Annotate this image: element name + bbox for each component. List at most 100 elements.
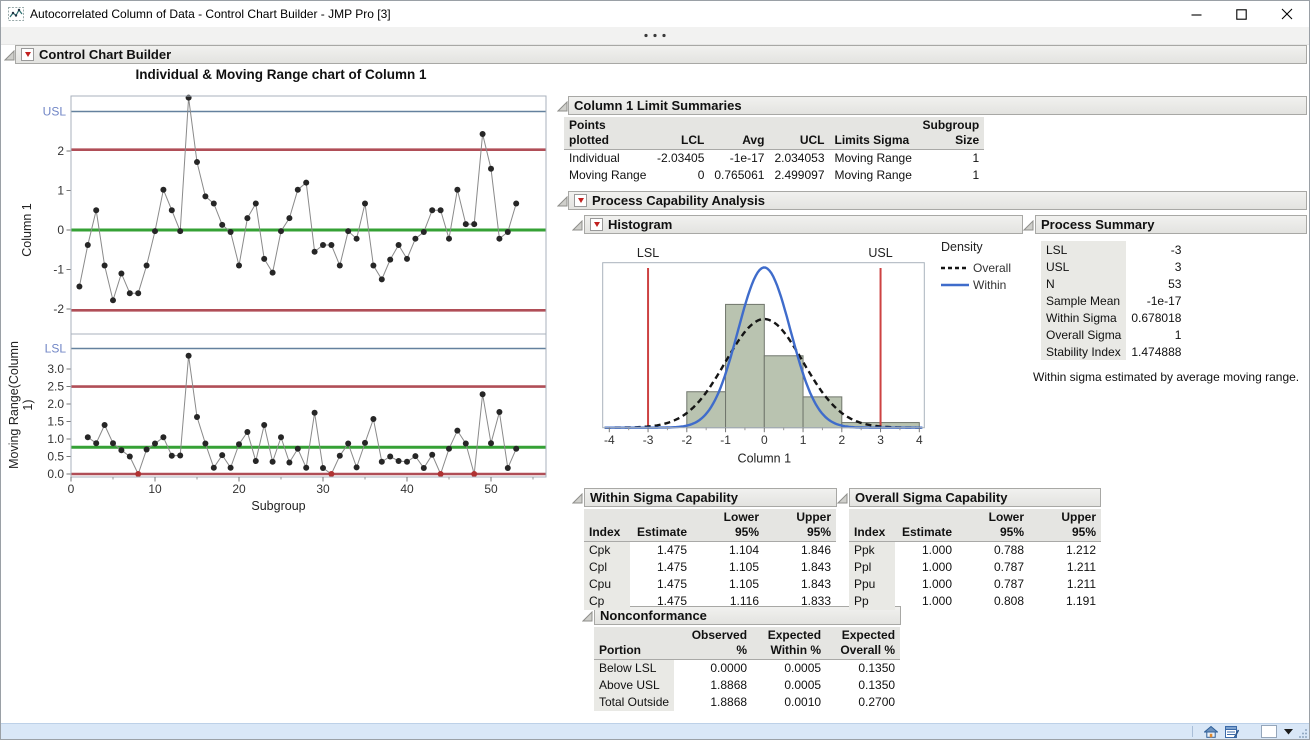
data-point: [177, 452, 184, 459]
table-row: USL 3: [1041, 258, 1186, 275]
table-row: Cpk 1.475 1.104 1.846: [584, 541, 836, 559]
cell: 2.034053: [774, 151, 825, 166]
cell: 1.211: [1066, 560, 1096, 574]
x-tick-label: 0: [68, 482, 75, 496]
data-point: [362, 200, 368, 207]
data-point: [395, 242, 402, 249]
histogram-bar: [686, 391, 727, 429]
data-point: [143, 262, 150, 269]
x-tick-label: 30: [316, 482, 330, 496]
data-point: [412, 235, 419, 242]
maximize-icon: [1236, 8, 1247, 20]
cell: 0.1350: [858, 661, 896, 676]
x-tick-label: 20: [232, 482, 246, 496]
imr-control-chart[interactable]: USL LSL 2 1 0 -1 -2 Column 1 3.0 2.5 2.0 1.5 1.0 0.5 0…: [1, 89, 561, 536]
cell: 0.787: [993, 577, 1024, 591]
disclosure-triangle-icon[interactable]: [581, 609, 593, 622]
outline-header-process-summary[interactable]: Process Summary: [1035, 215, 1307, 234]
mr-series-line: [87, 355, 517, 476]
x-tick-label: -1: [720, 433, 731, 447]
data-point: [328, 242, 335, 249]
y-tick-label: -2: [53, 302, 64, 316]
column-header: Avg: [709, 117, 770, 150]
x-tick-label: 3: [877, 433, 884, 447]
data-point: [135, 290, 142, 297]
cell: 0.787: [993, 560, 1024, 574]
window-list-icon[interactable]: [1225, 725, 1239, 738]
column-header: Subgroup Size: [917, 117, 985, 150]
dropdown-arrow-icon[interactable]: [1284, 728, 1293, 735]
data-point: [227, 464, 234, 471]
cell: 1: [1174, 327, 1182, 342]
table-row: Above USL 1.8868 0.0005 0.1350: [594, 676, 900, 694]
data-point: [496, 409, 503, 416]
column-header: Lower 95%: [957, 509, 1029, 542]
y-tick-label: 0: [57, 223, 64, 237]
table-row: Ppk 1.000 0.788 1.212: [849, 541, 1101, 559]
column-header: Upper 95%: [764, 509, 836, 542]
cell: 1: [972, 168, 980, 182]
cell: 1.846: [800, 543, 831, 558]
data-point: [336, 262, 343, 269]
x-axis-title: Subgroup: [251, 499, 305, 513]
table-row: Pp 1.000 0.808 1.191: [849, 592, 1101, 610]
resize-grip[interactable]: [1298, 728, 1308, 738]
cell: 53: [1168, 276, 1182, 291]
outline-header-process-capability[interactable]: Process Capability Analysis: [568, 191, 1307, 210]
data-point: [370, 416, 377, 423]
data-point: [479, 131, 486, 138]
data-point: [513, 445, 520, 452]
data-point: [479, 391, 486, 398]
title-bar: Autocorrelated Column of Data - Control …: [1, 1, 1309, 27]
toolbar-overflow-icon[interactable]: [643, 33, 667, 38]
x-tick-label: 40: [400, 482, 414, 496]
cell: Cp: [584, 592, 630, 610]
red-triangle-menu-icon[interactable]: [21, 48, 34, 61]
data-point: [496, 235, 503, 242]
close-button[interactable]: [1264, 1, 1309, 27]
close-icon: [1281, 8, 1292, 20]
disclosure-triangle-icon[interactable]: [1022, 218, 1034, 231]
minimize-button[interactable]: [1174, 1, 1219, 27]
table-row: Cpu 1.475 1.105 1.843: [584, 575, 836, 593]
plot-frame: [70, 95, 547, 478]
cell: LSL: [1041, 241, 1127, 258]
outline-header-within-sigma[interactable]: Within Sigma Capability: [584, 488, 837, 507]
data-point: [160, 434, 167, 441]
outline-header-overall-sigma[interactable]: Overall Sigma Capability: [849, 488, 1101, 507]
cell: 0.808: [993, 594, 1024, 608]
y-tick-label: -1: [53, 263, 64, 277]
cell: Total Outside: [594, 693, 675, 711]
data-point: [110, 440, 116, 447]
column-header: Upper 95%: [1029, 509, 1101, 542]
data-point: [252, 200, 259, 207]
table-row: Moving Range 0 0.765061 2.499097 Moving Rang…: [564, 167, 984, 184]
outline-header-control-chart-builder[interactable]: Control Chart Builder: [15, 45, 1307, 64]
cell: N: [1041, 275, 1127, 292]
data-point: [353, 464, 360, 471]
outline-header-limit-summaries[interactable]: Column 1 Limit Summaries: [568, 96, 1307, 115]
data-point: [227, 228, 234, 235]
data-point: [395, 458, 402, 465]
table-header-row: Index Estimate Lower 95% Upper 95%: [849, 509, 1101, 542]
table-row: Stability Index 1.474888: [1041, 343, 1186, 360]
red-triangle-menu-icon[interactable]: [574, 194, 587, 207]
disclosure-triangle-icon[interactable]: [571, 491, 583, 504]
data-point: [252, 458, 259, 465]
home-icon[interactable]: [1204, 725, 1218, 738]
cell: 1.833: [800, 594, 831, 608]
empty-box-icon[interactable]: [1261, 725, 1277, 738]
y-tick-label: 0.5: [47, 450, 64, 464]
cell: 0.678018: [1131, 310, 1182, 325]
disclosure-triangle-icon[interactable]: [836, 491, 848, 504]
cell: 0.788: [993, 543, 1024, 558]
cell: 0.0005: [784, 678, 822, 692]
capability-histogram-chart[interactable]: LSL USL -4 -3 -2 -1 0 1 2 3 4 Column 1 Density Overal…: [556, 211, 1021, 481]
y-tick-label: 2.0: [47, 397, 64, 411]
usl-label: USL: [43, 105, 67, 119]
cell: 1.843: [800, 560, 831, 574]
statusbar-separator: [1192, 726, 1193, 737]
x-tick-label: 4: [916, 433, 923, 447]
disclosure-triangle-icon[interactable]: [3, 48, 15, 61]
maximize-button[interactable]: [1219, 1, 1264, 27]
